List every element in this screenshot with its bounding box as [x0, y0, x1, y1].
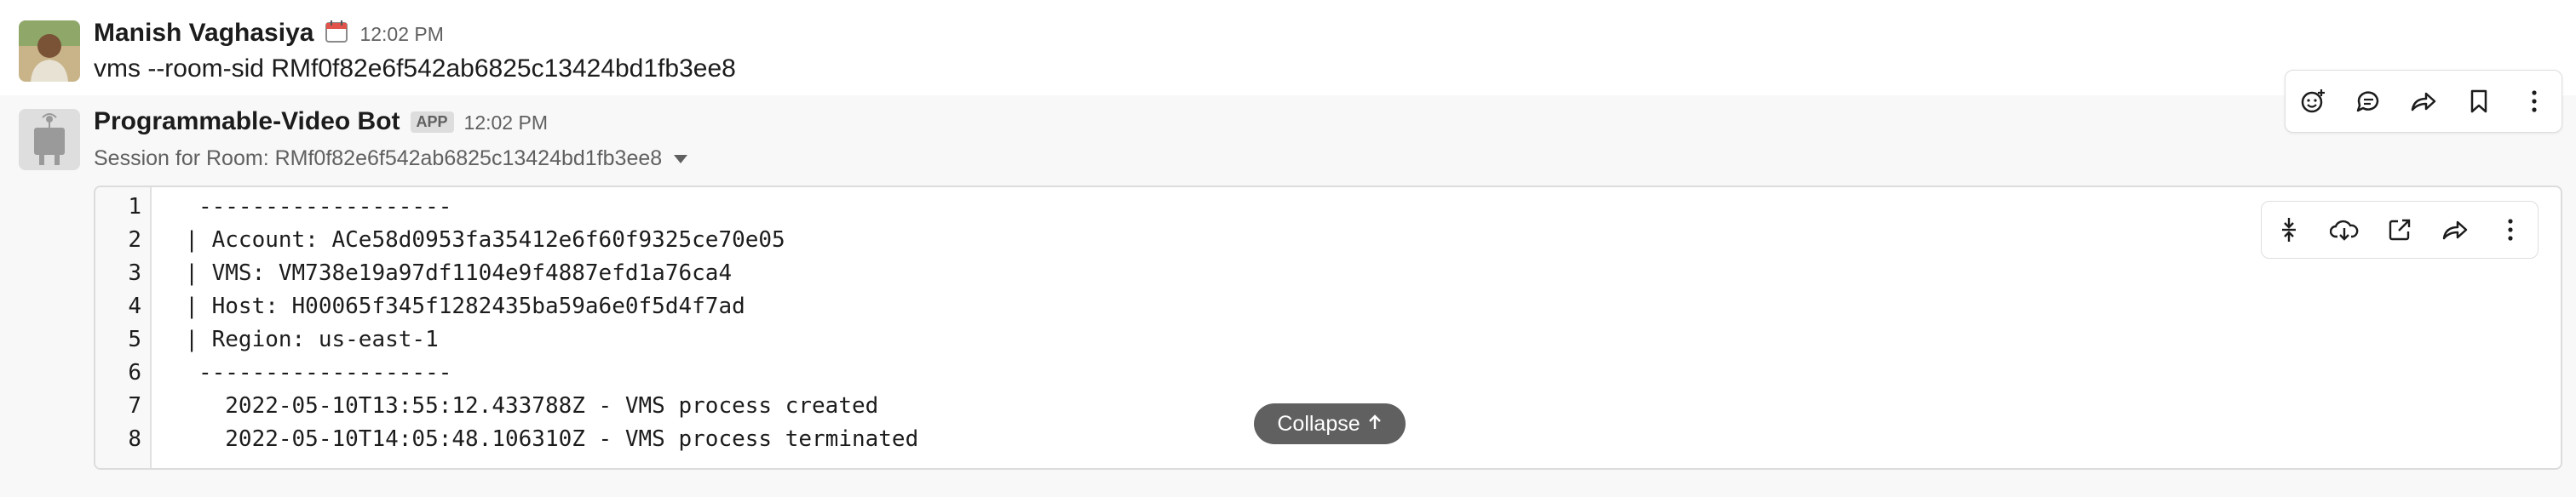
caret-down-icon[interactable]	[674, 154, 688, 163]
line-number: 6	[128, 360, 141, 386]
author-name[interactable]: Programmable-Video Bot	[94, 107, 400, 136]
line-number: 7	[128, 393, 141, 419]
message-header: Programmable-Video Bot APP 12:02 PM	[94, 107, 548, 136]
download-icon[interactable]	[2324, 209, 2365, 250]
line-number: 1	[128, 194, 141, 220]
avatar-manish[interactable]	[19, 20, 80, 82]
line-number: 4	[128, 294, 141, 319]
more-actions-icon[interactable]	[2514, 81, 2555, 122]
session-disclosure[interactable]: Session for Room: RMf0f82e6f542ab6825c13…	[94, 146, 688, 171]
message-header: Manish Vaghasiya 12:02 PM	[94, 15, 444, 48]
code-line: | Account: ACe58d0953fa35412e6f60f9325ce…	[158, 227, 785, 253]
share-icon[interactable]	[2403, 81, 2444, 122]
code-line: | Region: us-east-1	[158, 327, 439, 352]
bookmark-icon[interactable]	[2458, 81, 2499, 122]
session-label: Session for Room: RMf0f82e6f542ab6825c13…	[94, 146, 663, 170]
add-reaction-icon[interactable]	[2292, 81, 2333, 122]
code-line: 2022-05-10T13:55:12.433788Z - VMS proces…	[158, 393, 879, 419]
line-number: 8	[128, 426, 141, 452]
arrow-up-icon	[1367, 412, 1383, 437]
author-name[interactable]: Manish Vaghasiya	[94, 19, 313, 48]
collapse-button[interactable]: Collapse	[1254, 403, 1406, 444]
collapse-label: Collapse	[1277, 411, 1360, 436]
line-number: 5	[128, 327, 141, 352]
code-line: -------------------	[158, 194, 452, 220]
message-actions-toolbar	[2285, 70, 2562, 133]
line-number: 2	[128, 227, 141, 253]
code-line: | VMS: VM738e19a97df1104e9f4887efd1a76ca…	[158, 260, 733, 286]
code-line: | Host: H00065f345f1282435ba59a6e0f5d4f7…	[158, 294, 745, 319]
calendar-icon[interactable]	[324, 19, 349, 44]
timestamp[interactable]: 12:02 PM	[464, 111, 548, 134]
snippet-actions-toolbar	[2261, 201, 2539, 259]
timestamp[interactable]: 12:02 PM	[359, 23, 443, 46]
open-external-icon[interactable]	[2379, 209, 2420, 250]
line-number-gutter: 1 2 3 4 5 6 7 8	[95, 187, 152, 468]
share-icon[interactable]	[2435, 209, 2475, 250]
message-text: vms --room-sid RMf0f82e6f542ab6825c13424…	[94, 54, 736, 83]
message-bot: Programmable-Video Bot APP 12:02 PM Sess…	[0, 70, 2576, 497]
reply-in-thread-icon[interactable]	[2348, 81, 2389, 122]
line-number: 3	[128, 260, 141, 286]
message-manish: Manish Vaghasiya 12:02 PM vms --room-sid…	[0, 0, 2576, 95]
code-line: 2022-05-10T14:05:48.106310Z - VMS proces…	[158, 426, 919, 452]
code-line: -------------------	[158, 360, 452, 386]
more-actions-icon[interactable]	[2490, 209, 2531, 250]
collapse-lines-icon[interactable]	[2268, 209, 2309, 250]
app-badge: APP	[410, 111, 454, 133]
avatar-bot[interactable]	[19, 109, 80, 170]
code-snippet: 1 2 3 4 5 6 7 8 ------------------- | Ac…	[94, 186, 2562, 470]
